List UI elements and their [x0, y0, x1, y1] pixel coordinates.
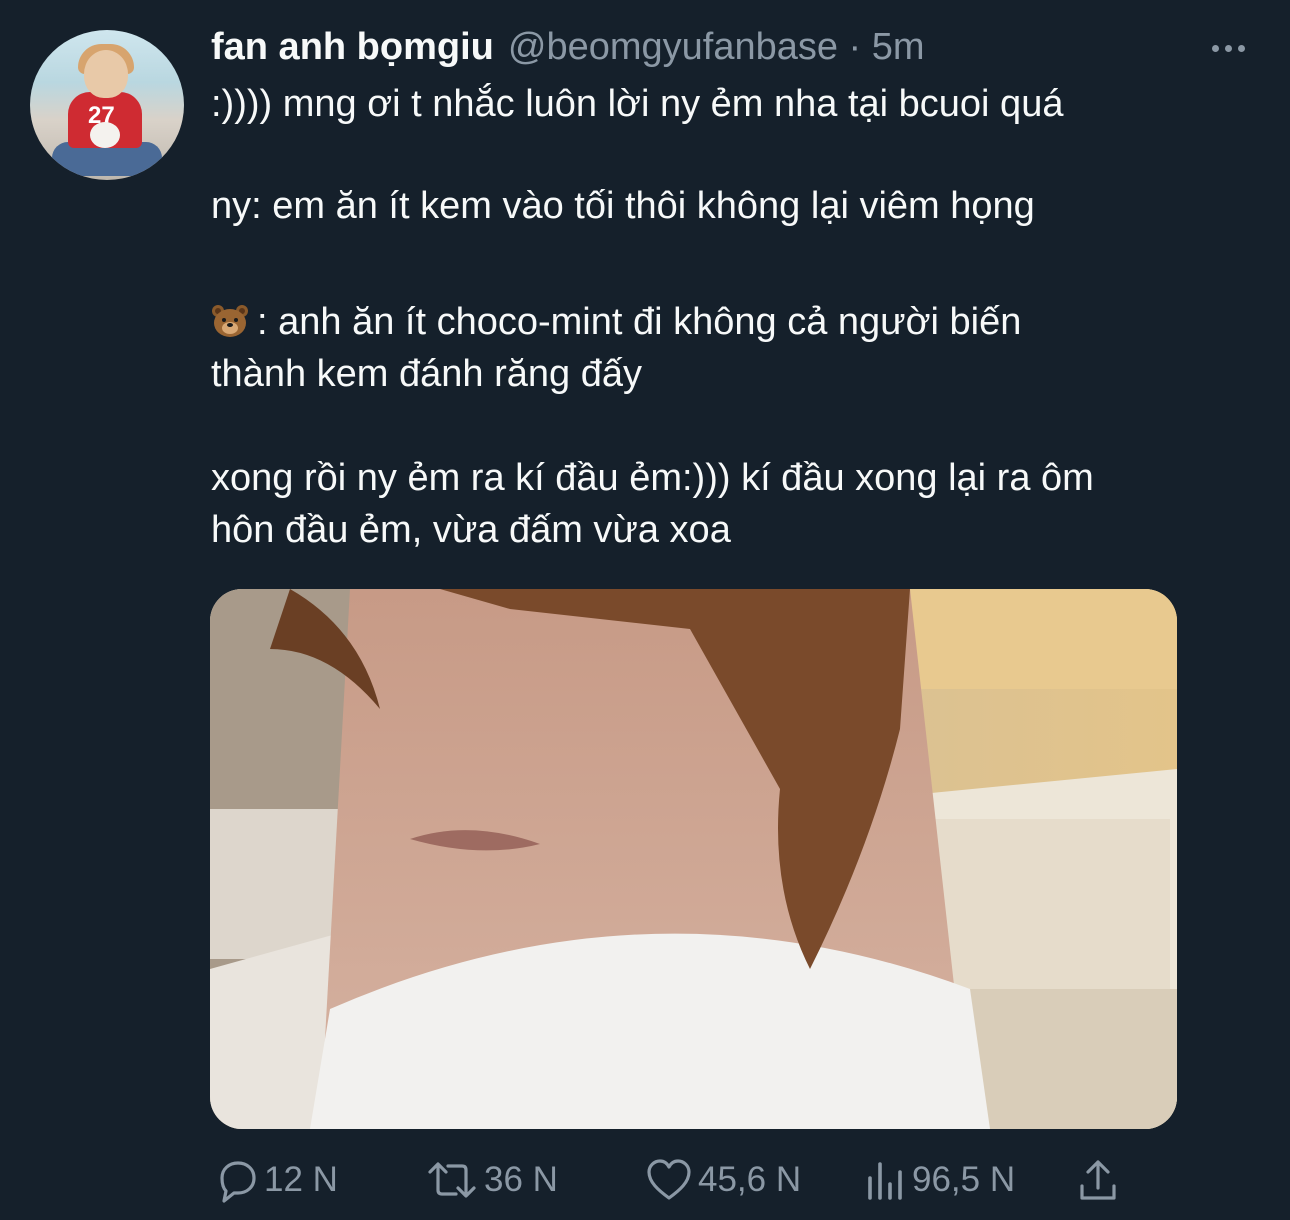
reply-icon — [220, 1161, 256, 1203]
retweet-button[interactable]: 36 N — [424, 1150, 558, 1210]
share-icon — [1080, 1160, 1116, 1200]
tweet-line: hôn đầu ẻm, vừa đấm vừa xoa — [211, 509, 731, 551]
like-icon — [647, 1159, 691, 1200]
avatar[interactable]: 27 — [30, 30, 184, 180]
share-button[interactable] — [1074, 1150, 1126, 1210]
tweet-header: fan anh bọmgiu @beomgyufanbase · 5m — [211, 26, 925, 72]
views-icon — [868, 1162, 902, 1200]
views-count: 96,5 N — [912, 1160, 1016, 1199]
retweet-icon — [428, 1162, 476, 1198]
tweet-text: :)))) mng ơi t nhắc luôn lời ny ẻm nha t… — [211, 78, 1251, 556]
like-button[interactable]: 45,6 N — [644, 1150, 801, 1210]
tweet-line: thành kem đánh răng đấy — [211, 353, 642, 395]
reply-count: 12 N — [264, 1160, 338, 1199]
tweet-line: :)))) mng ơi t nhắc luôn lời ny ẻm nha t… — [211, 83, 1064, 125]
tweet-line-text: : anh ăn ít choco-mint đi không cả người… — [257, 301, 1022, 343]
tweet-photo[interactable] — [210, 589, 1177, 1129]
tweet-line: : anh ăn ít choco-mint đi không cả người… — [211, 296, 1251, 348]
like-count: 45,6 N — [698, 1160, 802, 1199]
tweet-line: xong rồi ny ẻm ra kí đầu ẻm:))) kí đầu x… — [211, 457, 1094, 499]
handle-and-time[interactable]: @beomgyufanbase · 5m — [508, 26, 925, 69]
reply-button[interactable]: 12 N — [212, 1150, 338, 1210]
views-button[interactable]: 96,5 N — [864, 1150, 1015, 1210]
display-name[interactable]: fan anh bọmgiu — [211, 26, 494, 69]
tweet-line: ny: em ăn ít kem vào tối thôi không lại … — [211, 185, 1035, 227]
bear-face-emoji — [211, 300, 249, 337]
retweet-count: 36 N — [484, 1160, 558, 1199]
more-icon[interactable] — [1206, 36, 1250, 60]
tweet-actions: 12 N 36 N 45,6 N 96,5 N — [212, 1150, 1132, 1210]
